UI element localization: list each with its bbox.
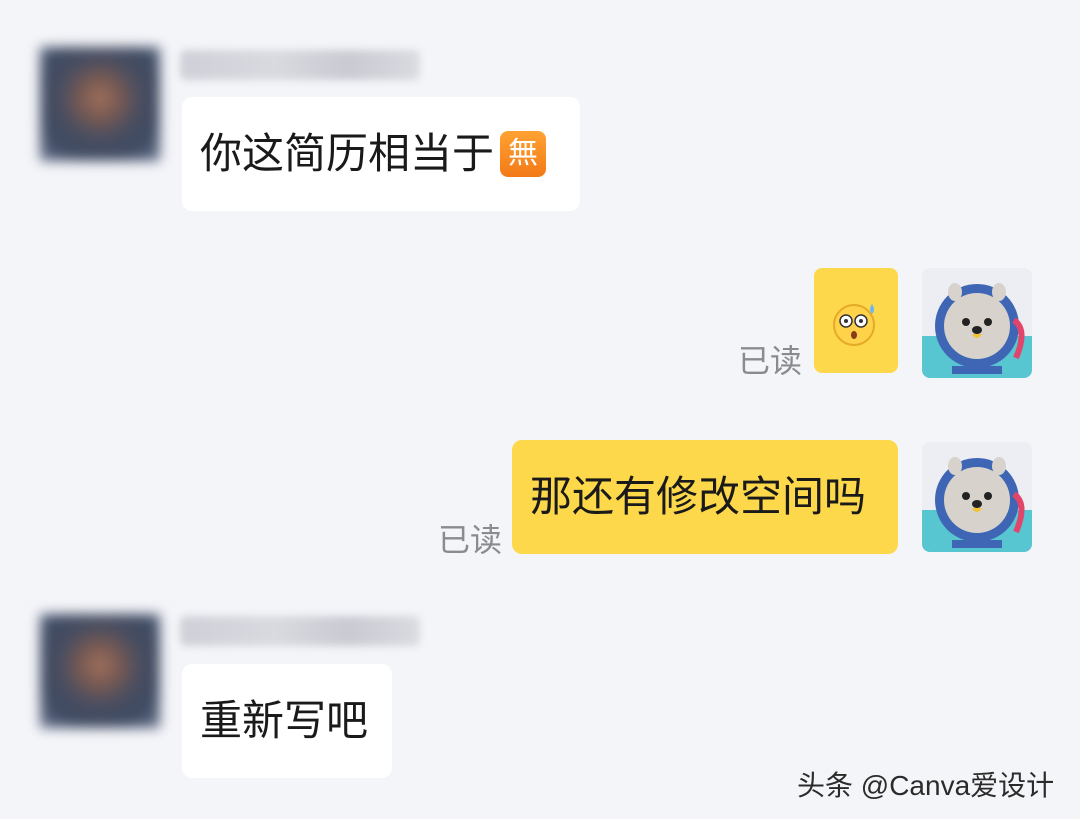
watermark: 头条 @Canva爱设计 xyxy=(797,770,1055,801)
message-text: 重新写吧 xyxy=(200,696,369,745)
contact-name xyxy=(180,616,420,646)
contact-avatar[interactable] xyxy=(40,614,160,728)
message-text: 你这简历相当于 xyxy=(200,129,495,178)
read-status: 已读 xyxy=(738,342,803,380)
seal-mascot-avatar[interactable] xyxy=(922,442,1032,552)
wu-emoji-icon: 無 xyxy=(500,131,547,177)
sticker-bubble[interactable] xyxy=(814,268,898,373)
read-status: 已读 xyxy=(438,521,503,559)
message-text: 那还有修改空间吗 xyxy=(530,472,867,521)
seal-mascot-avatar[interactable] xyxy=(922,268,1032,378)
contact-name xyxy=(180,50,420,80)
seal-mascot-icon xyxy=(922,268,1032,378)
message-bubble-received[interactable]: 你这简历相当于無 xyxy=(182,97,580,211)
contact-avatar[interactable] xyxy=(40,47,160,161)
seal-mascot-icon xyxy=(922,442,1032,552)
message-bubble-received[interactable]: 重新写吧 xyxy=(182,664,392,778)
worried-face-sticker-icon xyxy=(833,304,875,346)
message-bubble-sent[interactable]: 那还有修改空间吗 xyxy=(512,440,898,554)
